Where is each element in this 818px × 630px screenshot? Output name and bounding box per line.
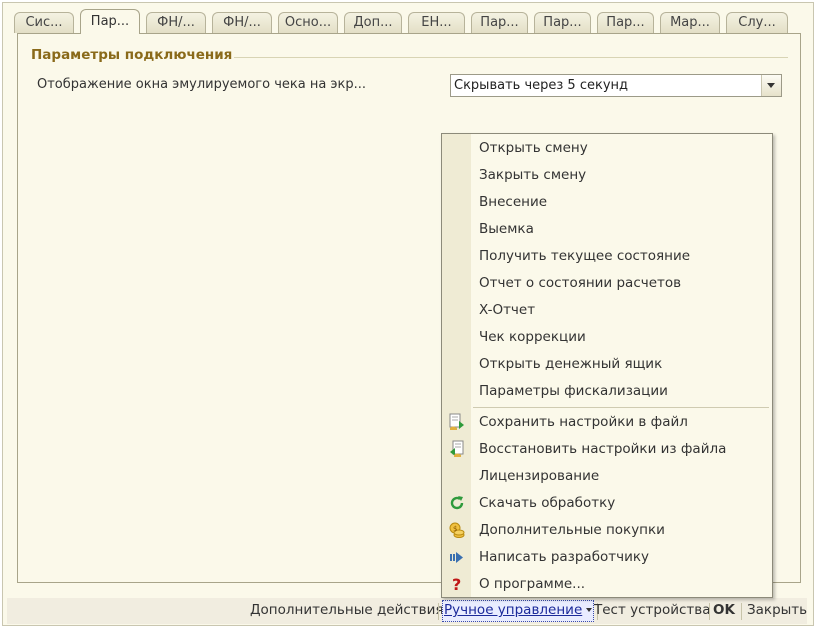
- menu-separator: [473, 407, 769, 408]
- manual-control-label: Ручное управление: [444, 602, 583, 618]
- menu-item-label: Восстановить настройки из файла: [479, 441, 727, 457]
- menu-item-label: X-Отчет: [479, 302, 536, 318]
- menu-item-x-report[interactable]: X-Отчет: [442, 297, 772, 324]
- menu-item-licensing[interactable]: Лицензирование: [442, 463, 772, 490]
- question-icon: ?: [447, 574, 467, 594]
- menu-item-label: Параметры фискализации: [479, 383, 668, 399]
- menu-item-get-status[interactable]: Получить текущее состояние: [442, 243, 772, 270]
- select-value: Скрывать через 5 секунд: [454, 78, 628, 93]
- additional-actions-label: Дополнительные действия: [250, 602, 444, 618]
- ok-button[interactable]: OK: [713, 602, 735, 618]
- svg-text:?: ?: [452, 575, 461, 594]
- send-icon: [447, 547, 467, 567]
- menu-item-label: Закрыть смену: [479, 167, 587, 183]
- tab-4[interactable]: ФН/...: [212, 12, 272, 33]
- separator: [741, 603, 742, 620]
- tab-10[interactable]: Пар...: [597, 12, 654, 33]
- menu-item-label: Дополнительные покупки: [479, 522, 665, 538]
- additional-actions-button[interactable]: Дополнительные действия: [250, 602, 454, 618]
- section-divider: [218, 57, 788, 58]
- manual-control-button[interactable]: Ручное управление: [444, 602, 593, 618]
- restore-settings-icon: [447, 439, 467, 459]
- tab-11[interactable]: Мар...: [660, 12, 720, 33]
- receipt-window-display-label: Отображение окна эмулируемого чека на эк…: [37, 77, 367, 92]
- refresh-icon: [447, 493, 467, 513]
- menu-item-save-settings[interactable]: Сохранить настройки в файл: [442, 409, 772, 436]
- tab-1[interactable]: Сис...: [14, 12, 74, 33]
- separator: [438, 603, 439, 620]
- menu-item-correction-receipt[interactable]: Чек коррекции: [442, 324, 772, 351]
- menu-item-label: Чек коррекции: [479, 329, 586, 345]
- save-settings-icon: [447, 412, 467, 432]
- caret-down-icon: [586, 608, 593, 612]
- menu-item-label: О программе...: [479, 576, 586, 592]
- receipt-window-display-select[interactable]: Скрывать через 5 секунд: [450, 74, 782, 97]
- menu-item-label: Выемка: [479, 221, 534, 237]
- coins-icon: $: [447, 520, 467, 540]
- menu-item-settlement-report[interactable]: Отчет о состоянии расчетов: [442, 270, 772, 297]
- menu-item-cash-out[interactable]: Выемка: [442, 216, 772, 243]
- menu-item-label: Лицензирование: [479, 468, 600, 484]
- tab-strip: Сис... Пар... ФН/... ФН/... Осно... Доп.…: [14, 9, 794, 34]
- tab-12[interactable]: Слу...: [726, 12, 788, 33]
- tab-3[interactable]: ФН/...: [146, 12, 206, 33]
- chevron-down-icon[interactable]: [761, 75, 781, 96]
- menu-item-label: Получить текущее состояние: [479, 248, 691, 264]
- svg-text:$: $: [453, 525, 457, 533]
- tab-8[interactable]: Пар...: [471, 12, 528, 33]
- menu-item-download[interactable]: Скачать обработку: [442, 490, 772, 517]
- manual-control-menu: Открыть смену Закрыть смену Внесение Вые…: [441, 133, 773, 598]
- menu-item-label: Внесение: [479, 194, 548, 210]
- menu-item-label: Открыть смену: [479, 140, 588, 156]
- command-bar: Дополнительные действия Ручное управлени…: [7, 598, 807, 624]
- menu-item-cash-in[interactable]: Внесение: [442, 189, 772, 216]
- tab-6[interactable]: Доп...: [344, 12, 402, 33]
- menu-item-label: Открыть денежный ящик: [479, 356, 663, 372]
- tab-9[interactable]: Пар...: [534, 12, 591, 33]
- menu-item-label: Отчет о состоянии расчетов: [479, 275, 682, 291]
- menu-item-fiscal-params[interactable]: Параметры фискализации: [442, 378, 772, 405]
- menu-item-close-shift[interactable]: Закрыть смену: [442, 162, 772, 189]
- close-button[interactable]: Закрыть: [747, 602, 807, 618]
- section-title: Параметры подключения: [31, 47, 235, 63]
- menu-item-write-developer[interactable]: Написать разработчику: [442, 544, 772, 571]
- menu-item-restore-settings[interactable]: Восстановить настройки из файла: [442, 436, 772, 463]
- tab-5[interactable]: Осно...: [278, 12, 338, 33]
- menu-item-label: Сохранить настройки в файл: [479, 414, 688, 430]
- tab-7[interactable]: ЕН...: [408, 12, 465, 33]
- menu-item-open-cash-drawer[interactable]: Открыть денежный ящик: [442, 351, 772, 378]
- tab-2[interactable]: Пар...: [80, 9, 140, 34]
- test-device-button[interactable]: Тест устройства: [594, 602, 711, 618]
- separator: [709, 603, 710, 620]
- menu-item-open-shift[interactable]: Открыть смену: [442, 135, 772, 162]
- menu-item-about[interactable]: ? О программе...: [442, 571, 772, 598]
- menu-item-label: Написать разработчику: [479, 549, 650, 565]
- menu-item-additional-purchases[interactable]: $ Дополнительные покупки: [442, 517, 772, 544]
- menu-item-label: Скачать обработку: [479, 495, 616, 511]
